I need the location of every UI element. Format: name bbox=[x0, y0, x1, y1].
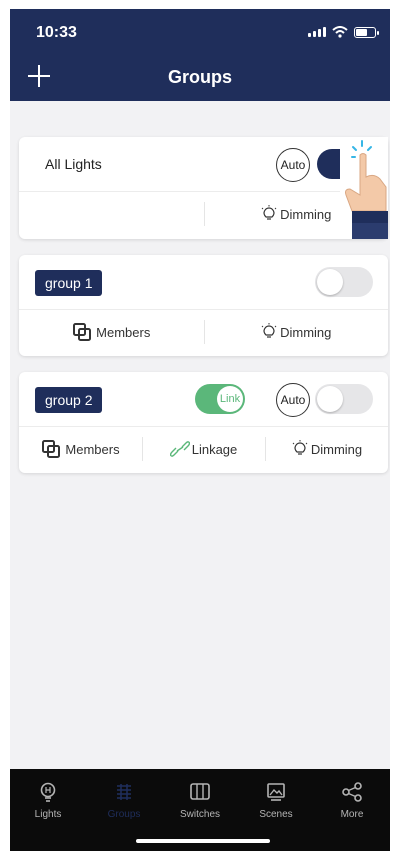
group-1-name[interactable]: group 1 bbox=[35, 270, 103, 296]
status-time: 10:33 bbox=[36, 24, 77, 41]
dimming-label: Dimming bbox=[310, 441, 363, 457]
dimming-button[interactable]: Dimming bbox=[203, 310, 389, 354]
bulb-icon bbox=[261, 323, 277, 338]
tab-label: Lights bbox=[34, 809, 62, 820]
tab-lights[interactable]: Lights bbox=[10, 769, 86, 851]
members-button[interactable]: Members bbox=[19, 310, 204, 354]
group-2-card: group 2 Link Auto Members Linkage Dimmin… bbox=[19, 372, 388, 473]
header: 10:33 Groups bbox=[10, 9, 390, 101]
home-indicator[interactable] bbox=[136, 839, 270, 843]
group-2-toggle[interactable] bbox=[315, 384, 373, 414]
bulb-icon bbox=[292, 440, 308, 455]
dimming-button[interactable]: Dimming bbox=[265, 427, 388, 471]
members-icon bbox=[73, 323, 92, 341]
group-1-row: group 1 bbox=[19, 255, 388, 310]
group-1-card: group 1 Members Dimming bbox=[19, 255, 388, 356]
tab-label: Switches bbox=[179, 809, 220, 820]
link-icon bbox=[169, 441, 190, 457]
link-label: Link bbox=[217, 386, 243, 412]
members-label: Members bbox=[96, 324, 151, 340]
group-1-toggle[interactable] bbox=[315, 267, 373, 297]
tab-label: Scenes bbox=[259, 809, 293, 820]
app-screen: 10:33 Groups All Lights Auto Dimming gro… bbox=[10, 9, 390, 851]
tab-label: Groups bbox=[107, 809, 141, 820]
battery-icon bbox=[354, 26, 379, 38]
empty-cell bbox=[19, 192, 204, 236]
tab-more[interactable]: More bbox=[314, 769, 390, 851]
linkage-button[interactable]: Linkage bbox=[142, 427, 265, 471]
members-button[interactable]: Members bbox=[19, 427, 142, 471]
auto-button[interactable]: Auto bbox=[276, 148, 310, 182]
all-lights-row: All Lights Auto bbox=[19, 137, 388, 192]
all-lights-name: All Lights bbox=[45, 156, 102, 172]
group-1-actions: Members Dimming bbox=[19, 310, 388, 354]
signal-icon bbox=[308, 27, 326, 37]
dimming-label: Dimming bbox=[280, 206, 332, 222]
link-toggle[interactable]: Link bbox=[195, 384, 245, 414]
all-lights-card: All Lights Auto Dimming bbox=[19, 137, 388, 239]
members-label: Members bbox=[65, 441, 120, 457]
switch-icon bbox=[190, 783, 210, 800]
scene-icon bbox=[267, 783, 285, 801]
group-2-name[interactable]: group 2 bbox=[35, 387, 103, 413]
tap-hand-icon bbox=[340, 137, 388, 239]
all-lights-actions: Dimming bbox=[19, 192, 388, 236]
tab-label: More bbox=[340, 809, 364, 820]
linkage-label: Linkage bbox=[191, 441, 238, 457]
status-icons bbox=[308, 26, 379, 38]
members-icon bbox=[42, 440, 61, 458]
dimming-label: Dimming bbox=[280, 324, 332, 340]
groups-icon bbox=[117, 784, 131, 800]
auto-button[interactable]: Auto bbox=[276, 383, 310, 417]
wifi-icon bbox=[332, 26, 348, 38]
tab-bar: Lights Groups Switches Scenes More bbox=[10, 769, 390, 851]
bulb-icon bbox=[261, 205, 277, 220]
group-2-row: group 2 Link Auto bbox=[19, 372, 388, 427]
share-icon bbox=[342, 782, 362, 802]
page-title: Groups bbox=[167, 67, 232, 87]
bulb-icon bbox=[40, 782, 56, 802]
group-2-actions: Members Linkage Dimming bbox=[19, 427, 388, 471]
